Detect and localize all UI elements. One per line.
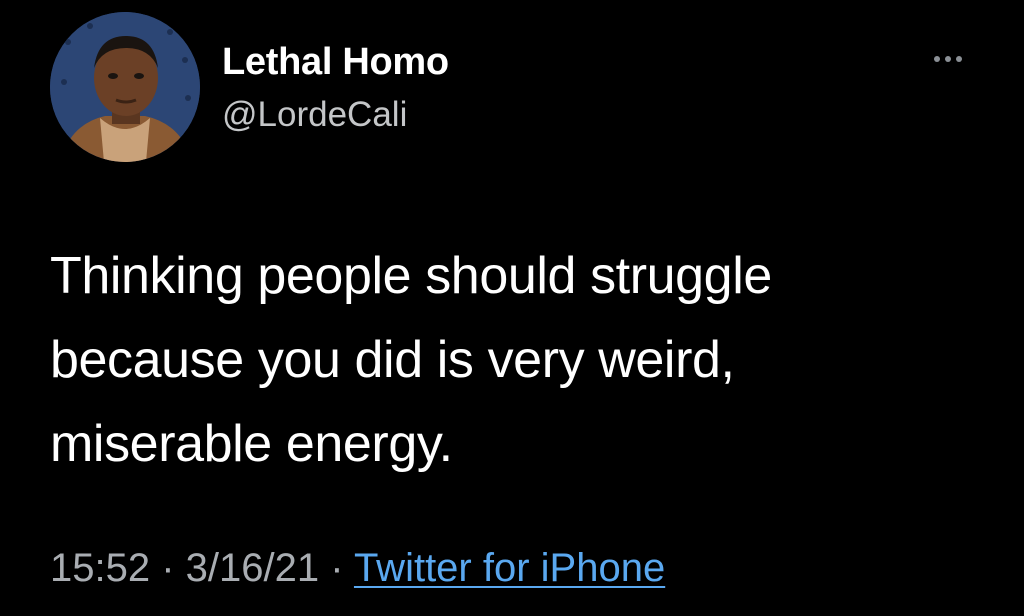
more-dot	[956, 56, 962, 62]
author-display-name[interactable]: Lethal Homo	[222, 40, 449, 84]
author-avatar[interactable]	[50, 12, 200, 162]
tweet-text-line: because you did is very weird,	[50, 331, 735, 389]
tweet-card: Lethal Homo @LordeCali Thinking people s…	[0, 0, 1024, 616]
tweet-text-line: Thinking people should struggle	[50, 247, 772, 305]
tweet-time[interactable]: 15:52	[50, 546, 150, 590]
tweet-text: Thinking people should struggle because …	[50, 234, 970, 486]
author-handle[interactable]: @LordeCali	[222, 94, 407, 136]
more-options-icon[interactable]	[922, 44, 974, 74]
more-dot	[945, 56, 951, 62]
tweet-date[interactable]: 3/16/21	[186, 546, 319, 590]
tweet-source-link[interactable]: Twitter for iPhone	[354, 546, 665, 590]
meta-separator: ·	[150, 546, 186, 590]
more-dot	[934, 56, 940, 62]
meta-separator: ·	[319, 546, 354, 590]
avatar-photo-icon	[50, 12, 200, 162]
tweet-text-line: miserable energy.	[50, 415, 453, 473]
tweet-meta: 15:52 · 3/16/21 · Twitter for iPhone	[50, 538, 665, 598]
